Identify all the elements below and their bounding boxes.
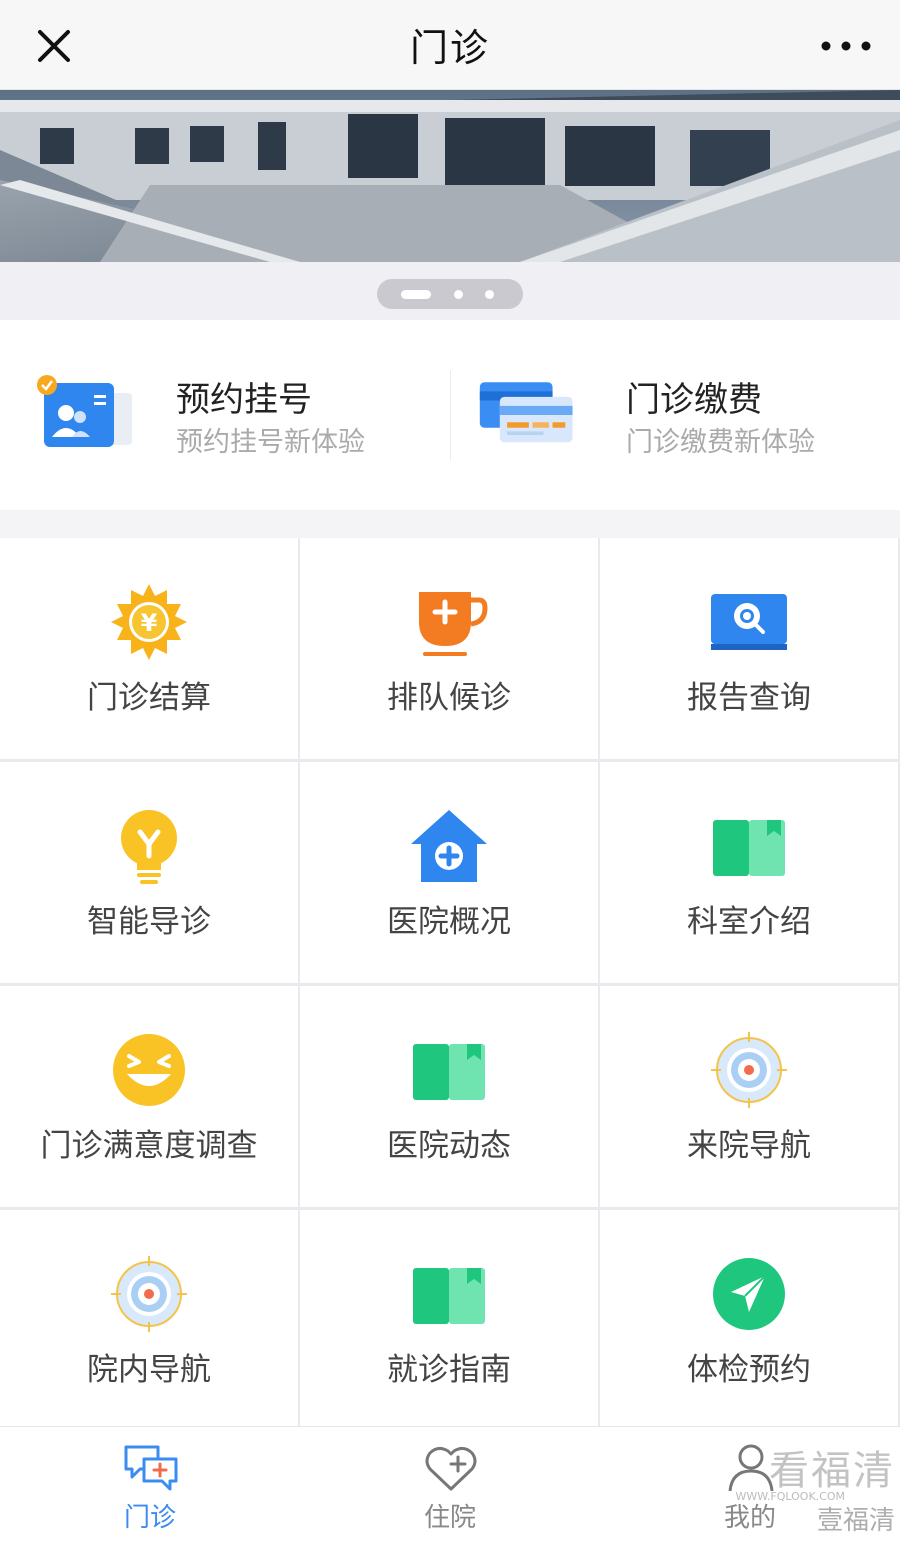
- tab-outpatient[interactable]: 门诊: [0, 1427, 300, 1552]
- grid-item-label: 医院动态: [387, 1128, 511, 1164]
- grid-item-department-intro[interactable]: 科室介绍: [600, 762, 898, 983]
- chat-plus-icon: [124, 1445, 178, 1491]
- appointment-registration-entry[interactable]: 预约挂号 预约挂号新体验: [0, 320, 450, 510]
- quick-title: 预约挂号: [176, 380, 312, 420]
- laughing-face-icon: [113, 1034, 185, 1106]
- outpatient-payment-entry[interactable]: 门诊缴费 门诊缴费新体验: [450, 320, 900, 510]
- banner-image: [0, 90, 900, 262]
- book-icon: [413, 1268, 485, 1324]
- target-icon: [111, 1256, 187, 1332]
- book-icon: [413, 1044, 485, 1100]
- grid-item-label: 科室介绍: [687, 904, 811, 940]
- grid-item-label: 体检预约: [687, 1352, 811, 1388]
- id-card-icon: [37, 375, 132, 447]
- tab-mine[interactable]: 我的: [600, 1427, 900, 1552]
- book-icon: [713, 820, 785, 876]
- grid-item-checkup-booking[interactable]: 体检预约: [600, 1210, 898, 1431]
- close-icon[interactable]: [30, 22, 78, 70]
- carousel-dots[interactable]: [377, 279, 523, 309]
- grid-item-label: 门诊结算: [87, 680, 211, 716]
- target-icon: [711, 1032, 787, 1108]
- grid-item-indoor-navigation[interactable]: 院内导航: [0, 1210, 298, 1431]
- grid-item-label: 门诊满意度调查: [40, 1128, 258, 1164]
- page-title: 门诊: [409, 26, 490, 70]
- quick-subtitle: 门诊缴费新体验: [626, 427, 815, 458]
- grid-item-label: 排队候诊: [387, 680, 511, 716]
- house-plus-icon: [411, 810, 487, 882]
- tab-inpatient[interactable]: 住院: [300, 1427, 600, 1552]
- heart-plus-icon: [425, 1446, 477, 1491]
- grid-item-label: 医院概况: [387, 904, 511, 940]
- yuan-coin-icon: ¥: [111, 584, 187, 660]
- quick-entries: 预约挂号 预约挂号新体验 门诊缴费 门诊缴费新体验: [0, 320, 900, 510]
- quick-subtitle: 预约挂号新体验: [176, 427, 365, 458]
- tab-label: 门诊: [123, 1503, 176, 1533]
- banner-carousel[interactable]: [0, 90, 900, 262]
- top-bar: 门诊: [0, 0, 900, 90]
- section-gap: [0, 510, 900, 538]
- paper-plane-icon: [713, 1258, 785, 1330]
- user-icon: [728, 1444, 774, 1492]
- grid-item-smart-triage[interactable]: 智能导诊: [0, 762, 298, 983]
- cup-icon: [419, 592, 488, 656]
- grid-item-hospital-overview[interactable]: 医院概况: [300, 762, 598, 983]
- tab-label: 住院: [423, 1503, 476, 1533]
- grid-item-label: 智能导诊: [87, 904, 211, 940]
- quick-title: 门诊缴费: [626, 380, 762, 420]
- carousel-dot-active[interactable]: [401, 290, 431, 299]
- grid-item-label: 院内导航: [87, 1352, 211, 1388]
- grid-item-label: 来院导航: [687, 1128, 811, 1164]
- grid-item-satisfaction-survey[interactable]: 门诊满意度调查: [0, 986, 298, 1207]
- bottom-tab-bar: 门诊 住院 我的: [0, 1426, 900, 1552]
- carousel-indicator-area: [0, 262, 900, 320]
- carousel-dot[interactable]: [454, 290, 463, 299]
- svg-text:¥: ¥: [141, 609, 158, 637]
- carousel-dot[interactable]: [485, 290, 494, 299]
- grid-item-navigation-to-hospital[interactable]: 来院导航: [600, 986, 898, 1207]
- grid-item-hospital-news[interactable]: 医院动态: [300, 986, 598, 1207]
- grid-item-report-query[interactable]: 报告查询: [600, 538, 898, 759]
- monitor-search-icon: [711, 594, 787, 650]
- tab-label: 我的: [723, 1503, 776, 1533]
- grid-item-visit-guide[interactable]: 就诊指南: [300, 1210, 598, 1431]
- grid-item-label: 报告查询: [687, 680, 811, 716]
- grid-item-outpatient-settlement[interactable]: ¥ 门诊结算: [0, 538, 298, 759]
- bank-card-icon: [479, 382, 573, 443]
- grid-item-label: 就诊指南: [387, 1352, 511, 1388]
- more-icon[interactable]: [818, 22, 874, 70]
- function-grid: ¥ 门诊结算 排队候诊 报告查询 智能导诊 医院概况 科室介绍 门诊满意度调查 …: [0, 538, 900, 1431]
- lightbulb-icon: [121, 810, 177, 884]
- grid-item-queue[interactable]: 排队候诊: [300, 538, 598, 759]
